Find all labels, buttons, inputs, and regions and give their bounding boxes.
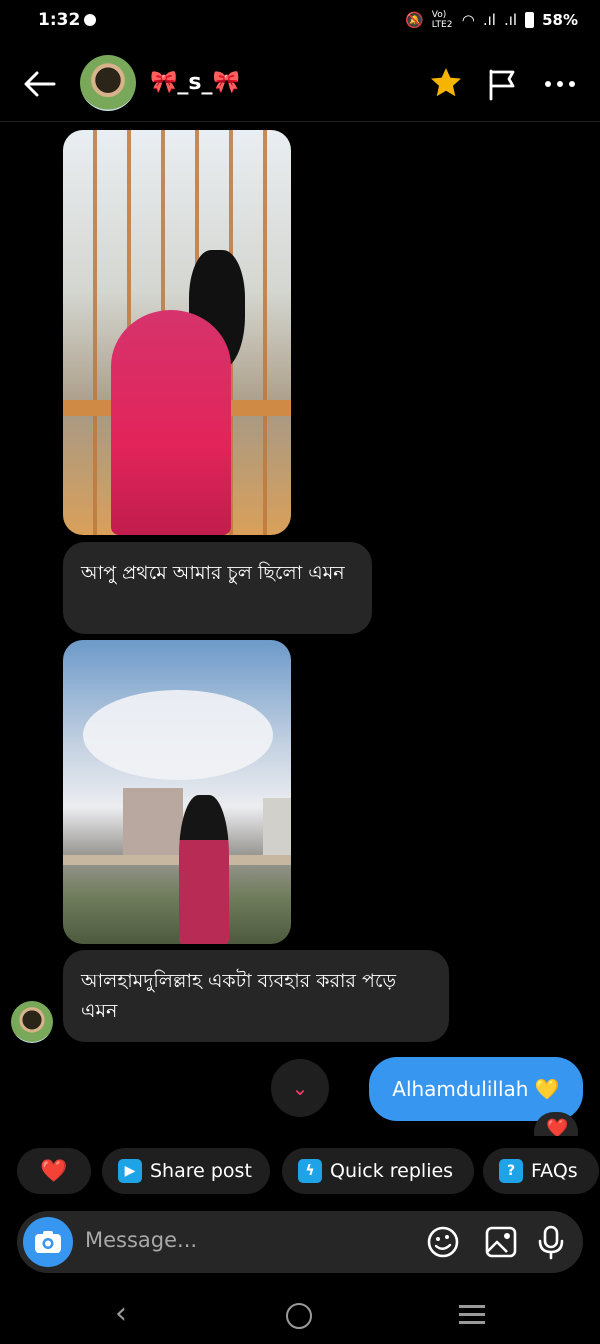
photo-ledge [63, 855, 291, 865]
back-arrow-icon[interactable] [22, 68, 58, 100]
faqs-button[interactable]: ? FAQs [483, 1148, 599, 1194]
sticker-icon[interactable] [425, 1224, 461, 1260]
incoming-message-bubble[interactable]: আলহামদুলিল্লাহ একটা ব্যবহার করার পড়ে এম… [63, 950, 449, 1042]
system-nav-bar: ‹ [0, 1290, 600, 1344]
heart-reaction-icon: ❤️ [546, 1118, 569, 1136]
message-text: আপু প্রথমে আমার চুল ছিলো এমন [81, 562, 345, 584]
photo-building [123, 788, 183, 858]
mute-icon: 🔕 [405, 11, 424, 29]
photo-figure [179, 795, 229, 944]
question-bubble-icon: ? [499, 1159, 523, 1183]
double-chevron-down-icon: ⌄ [291, 1076, 309, 1100]
message-photo-2[interactable] [63, 640, 291, 944]
camera-icon [35, 1231, 61, 1253]
more-icon[interactable] [542, 67, 578, 101]
play-square-icon: ▶ [118, 1159, 142, 1183]
camera-button[interactable] [23, 1217, 73, 1267]
quick-actions-bar: ❤️ ▶ Share post ϟ Quick replies ? FAQs [0, 1148, 600, 1194]
sender-avatar[interactable] [11, 1001, 53, 1043]
heart-chip-button[interactable]: ❤️ [17, 1148, 91, 1194]
battery-icon [525, 12, 535, 28]
header-divider [0, 121, 600, 122]
chat-notification-icon [84, 14, 96, 26]
quick-replies-label: Quick replies [330, 1160, 454, 1182]
battery-percent: 58% [542, 11, 578, 29]
message-photo-1[interactable] [63, 130, 291, 535]
scroll-to-bottom-button[interactable]: ⌄ [271, 1059, 329, 1117]
message-text: আলহামদুলিল্লাহ একটা ব্যবহার করার পড়ে এম… [81, 970, 397, 1022]
contact-name[interactable]: 🎀_s_🎀 [150, 70, 240, 95]
wifi-icon: ◠ [461, 11, 475, 29]
signal-icon-2: .ıl [503, 11, 518, 29]
status-bar: 1:32 🔕 Vo) LTE2 ◠ .ıl .ıl 58% [0, 0, 600, 44]
share-post-label: Share post [150, 1160, 252, 1182]
microphone-icon[interactable] [533, 1224, 569, 1260]
message-composer: Message... [17, 1211, 583, 1273]
photo-figure-dress [111, 310, 231, 535]
gallery-icon[interactable] [483, 1224, 519, 1260]
chat-header: 🎀_s_🎀 [0, 52, 600, 116]
network-label: Vo) LTE2 [431, 10, 453, 30]
flag-icon[interactable] [486, 67, 520, 101]
share-post-button[interactable]: ▶ Share post [102, 1148, 270, 1194]
message-text: Alhamdulillah 💛 [392, 1077, 560, 1101]
status-icons: 🔕 Vo) LTE2 ◠ .ıl .ıl 58% [405, 10, 578, 30]
faqs-label: FAQs [531, 1160, 578, 1182]
incoming-message-bubble[interactable]: আপু প্রথমে আমার চুল ছিলো এমন [63, 542, 372, 634]
photo-building [263, 798, 291, 858]
nav-home-icon[interactable] [286, 1303, 312, 1329]
photo-cloud [83, 690, 273, 780]
contact-avatar[interactable] [80, 55, 136, 111]
message-input[interactable]: Message... [85, 1228, 197, 1252]
quick-replies-button[interactable]: ϟ Quick replies [282, 1148, 474, 1194]
signal-icon-1: .ıl [482, 11, 496, 29]
status-time: 1:32 [38, 10, 81, 30]
nav-back-icon[interactable]: ‹ [115, 1296, 127, 1331]
star-icon[interactable] [428, 65, 464, 101]
nav-recents-icon[interactable] [459, 1305, 485, 1325]
heart-icon: ❤️ [40, 1158, 68, 1184]
lightning-bubble-icon: ϟ [298, 1159, 322, 1183]
